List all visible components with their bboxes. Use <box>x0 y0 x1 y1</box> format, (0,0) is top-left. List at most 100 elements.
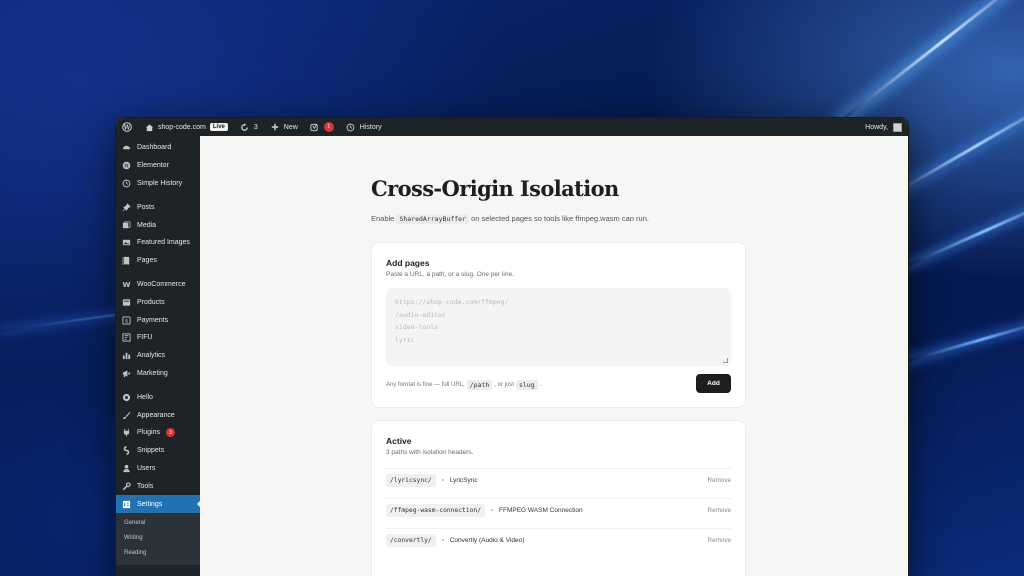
light-streak <box>904 191 1024 268</box>
sidebar-item-label: Posts <box>137 203 155 211</box>
separator-dot <box>441 539 444 541</box>
submenu-item-reading[interactable]: Reading <box>116 546 200 561</box>
sidebar-item-simple-history[interactable]: Simple History <box>116 175 200 193</box>
sidebar-item-label: Marketing <box>137 369 168 377</box>
path-slug: /convertly/ <box>386 533 436 547</box>
payments-icon: $ <box>122 316 131 325</box>
sidebar-item-featured-images[interactable]: Featured Images <box>116 234 200 252</box>
elementor-icon <box>122 161 131 170</box>
sidebar-item-label: Simple History <box>137 179 183 187</box>
separator-dot <box>441 479 444 481</box>
wrench-icon <box>122 482 131 491</box>
inline-code: SharedArrayBuffer <box>396 214 469 224</box>
inline-code: slug <box>515 380 538 390</box>
sidebar-item-label: Dashboard <box>137 144 172 152</box>
megaphone-icon <box>122 369 131 378</box>
admin-sidebar: Dashboard Elementor Simple History Posts… <box>116 136 201 576</box>
page-name: FFMPEG WASM Connection <box>499 506 583 514</box>
sidebar-item-label: Hello <box>137 393 153 401</box>
site-name: shop-code.com <box>158 123 206 131</box>
sidebar-item-label: Media <box>137 221 157 229</box>
sidebar-item-tools[interactable]: Tools <box>116 477 200 495</box>
site-name-link[interactable]: shop-code.com Live <box>144 118 228 136</box>
add-pages-card: Add pages Paste a URL, a path, or a slug… <box>371 242 746 408</box>
submenu-item-general[interactable]: General <box>116 516 200 531</box>
sidebar-item-label: Tools <box>137 482 154 490</box>
sidebar-item-label: Plugins <box>137 429 160 437</box>
history-icon <box>122 179 131 188</box>
sidebar-item-analytics[interactable]: Analytics <box>116 347 200 365</box>
settings-submenu: General Writing Reading <box>116 512 200 565</box>
sidebar-item-payments[interactable]: $ Payments <box>116 311 200 329</box>
woocommerce-icon: W <box>122 280 131 289</box>
format-hint: Any format is fine — full URL, /path , o… <box>386 380 541 390</box>
account-menu[interactable]: Howdy, <box>865 122 902 132</box>
wordpress-logo-button[interactable]: W <box>122 118 132 136</box>
new-label: New <box>283 123 298 131</box>
card-title: Active <box>386 436 412 446</box>
path-slug: /lyricsync/ <box>386 473 436 487</box>
remove-button[interactable]: Remove <box>708 507 731 514</box>
sidebar-item-snippets[interactable]: Snippets <box>116 442 200 460</box>
history-link[interactable]: History <box>346 118 382 136</box>
sidebar-item-posts[interactable]: Posts <box>116 198 200 216</box>
svg-text:W: W <box>123 124 131 131</box>
remove-button[interactable]: Remove <box>708 477 731 484</box>
page-name: Convertly (Audio & Video) <box>449 536 525 544</box>
pages-icon <box>122 256 131 266</box>
howdy-text: Howdy, <box>865 123 888 131</box>
sidebar-item-fifu[interactable]: FIFU <box>116 329 200 347</box>
plugins-update-badge: 3 <box>165 428 175 438</box>
hint-text: . <box>539 382 542 388</box>
light-streak <box>904 315 1024 363</box>
sidebar-item-dashboard[interactable]: Dashboard <box>116 139 200 157</box>
history-icon <box>346 122 356 132</box>
new-content-link[interactable]: New <box>270 118 298 136</box>
sidebar-item-marketing[interactable]: Marketing <box>116 365 200 383</box>
sidebar-item-woocommerce[interactable]: W WooCommerce <box>116 276 200 294</box>
separator-dot <box>491 509 493 511</box>
placeholder-line: video-tools <box>395 323 439 331</box>
browser-window: W shop-code.com Live 3 New 1 History How… <box>116 118 908 576</box>
add-button[interactable]: Add <box>696 374 731 393</box>
sidebar-item-media[interactable]: Media <box>116 216 200 234</box>
placeholder-line: https://shop-code.com/ffmpeg/ <box>395 298 509 306</box>
admin-bar: W shop-code.com Live 3 New 1 History How… <box>116 118 908 136</box>
sidebar-item-hello[interactable]: Hello <box>116 388 200 406</box>
yoast-link[interactable]: 1 <box>310 118 334 136</box>
yoast-badge: 1 <box>323 122 334 132</box>
sidebar-item-label: Products <box>137 298 165 306</box>
sidebar-item-products[interactable]: Products <box>116 293 200 311</box>
page-title: Cross-Origin Isolation <box>371 176 619 201</box>
submenu-item-writing[interactable]: Writing <box>116 531 200 546</box>
history-label: History <box>359 123 382 131</box>
fifu-icon <box>122 333 131 342</box>
pages-textarea[interactable]: https://shop-code.com/ffmpeg/ /audio-edi… <box>386 288 731 366</box>
path-slug: /ffmpeg-wasm-connection/ <box>386 503 485 517</box>
remove-button[interactable]: Remove <box>708 537 731 544</box>
card-title: Add pages <box>386 258 430 268</box>
active-path-row: /convertly/ Convertly (Audio & Video) Re… <box>386 528 731 551</box>
sidebar-item-label: Pages <box>137 257 157 265</box>
description-text: Enable <box>371 214 395 223</box>
sidebar-item-settings[interactable]: Settings <box>116 495 201 513</box>
sidebar-item-label: Appearance <box>137 411 175 419</box>
description-text: on selected pages so tools like ffmpeg.w… <box>471 214 649 223</box>
settings-icon <box>122 500 131 509</box>
sidebar-item-plugins[interactable]: Plugins 3 <box>116 424 200 442</box>
card-subtitle: 3 paths with isolation headers. <box>386 449 474 456</box>
page-description: Enable SharedArrayBuffer on selected pag… <box>371 213 651 225</box>
sidebar-item-appearance[interactable]: Appearance <box>116 406 200 424</box>
resize-handle[interactable] <box>723 358 728 363</box>
refresh-icon <box>240 122 250 132</box>
plugin-icon <box>122 428 131 437</box>
sidebar-item-pages[interactable]: Pages <box>116 252 200 270</box>
sidebar-item-users[interactable]: Users <box>116 460 200 478</box>
brush-icon <box>122 411 131 420</box>
main-content: Cross-Origin Isolation Enable SharedArra… <box>200 136 908 576</box>
light-streak <box>839 0 1024 123</box>
sidebar-item-elementor[interactable]: Elementor <box>116 157 200 175</box>
updates-link[interactable]: 3 <box>240 118 258 136</box>
active-paths-card: Active 3 paths with isolation headers. /… <box>371 420 746 576</box>
media-icon <box>122 221 131 230</box>
